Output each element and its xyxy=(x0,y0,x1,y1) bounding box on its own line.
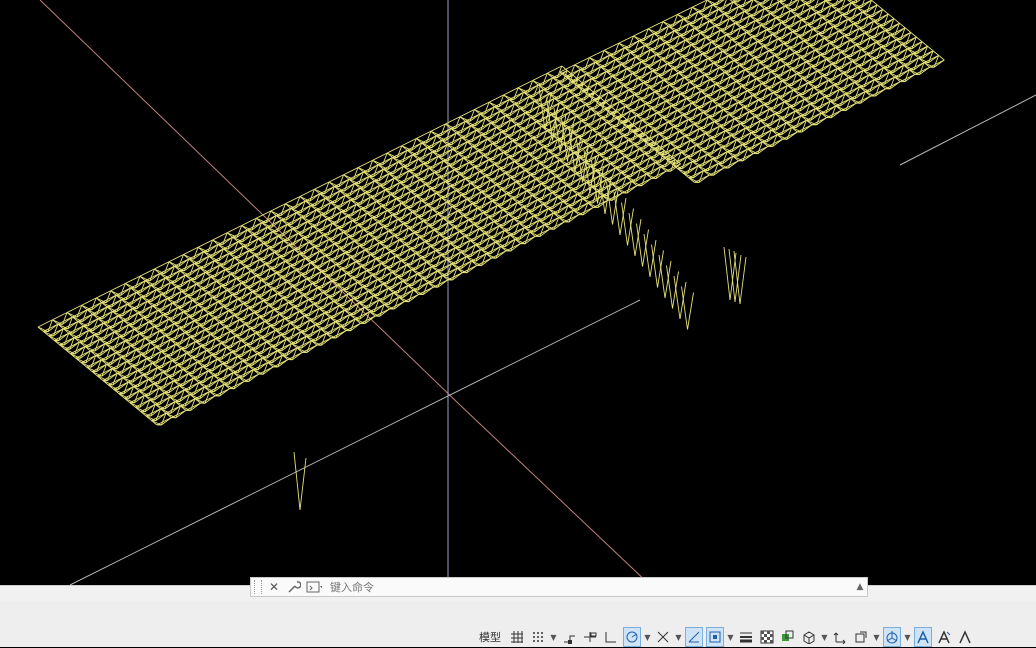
grid-icon[interactable] xyxy=(508,627,526,647)
auto-scale-icon[interactable] xyxy=(935,627,953,647)
snap-dropdown-icon[interactable]: ▼ xyxy=(550,627,557,647)
command-input[interactable] xyxy=(328,578,853,596)
status-tools: 模型 ▼ ▼ ▼ ▼ ▼ ▼ ▼ xyxy=(475,626,977,648)
command-line-grip[interactable] xyxy=(254,580,262,594)
model-space-button[interactable]: 模型 xyxy=(475,626,505,648)
polar-tracking-icon[interactable] xyxy=(623,627,641,647)
osnap-dropdown-icon[interactable]: ▼ xyxy=(727,627,734,647)
space-frame-mesh xyxy=(38,0,944,510)
dynamic-input-icon[interactable] xyxy=(581,627,599,647)
dynamic-ucs-icon[interactable] xyxy=(831,627,849,647)
isodraft-icon[interactable] xyxy=(654,627,672,647)
drawing-viewport[interactable] xyxy=(0,0,1036,585)
ortho-icon[interactable] xyxy=(602,627,620,647)
wrench-icon[interactable] xyxy=(286,579,302,595)
ground-line-right xyxy=(900,95,1036,165)
filter-dropdown-icon[interactable]: ▼ xyxy=(873,627,880,647)
object-snap-tracking-icon[interactable] xyxy=(685,627,703,647)
polar-dropdown-icon[interactable]: ▼ xyxy=(644,627,651,647)
isodraft-dropdown-icon[interactable]: ▼ xyxy=(675,627,682,647)
snap-icon[interactable] xyxy=(529,627,547,647)
prompt-history-icon[interactable] xyxy=(306,579,322,595)
space-frame-model xyxy=(0,0,1036,585)
gizmo-icon[interactable] xyxy=(883,627,901,647)
transparency-icon[interactable] xyxy=(758,627,776,647)
3d-osnap-dropdown-icon[interactable]: ▼ xyxy=(821,627,828,647)
ground-line xyxy=(70,300,640,585)
selection-filter-icon[interactable] xyxy=(852,627,870,647)
command-history-arrow-icon[interactable]: ▲ xyxy=(853,582,867,592)
lineweight-icon[interactable] xyxy=(737,627,755,647)
x-axis-line-lower xyxy=(460,405,650,585)
annotation-scale-icon[interactable] xyxy=(956,627,974,647)
selection-cycling-icon[interactable] xyxy=(779,627,797,647)
3d-object-snap-icon[interactable] xyxy=(800,627,818,647)
infer-constraints-icon[interactable] xyxy=(560,627,578,647)
object-snap-icon[interactable] xyxy=(706,627,724,647)
command-line: ✕ ▲ xyxy=(250,577,868,597)
annotation-visibility-icon[interactable] xyxy=(914,627,932,647)
gizmo-dropdown-icon[interactable]: ▼ xyxy=(904,627,911,647)
status-bar: 模型 ▼ ▼ ▼ ▼ ▼ ▼ ▼ xyxy=(0,601,1036,647)
close-icon[interactable]: ✕ xyxy=(266,579,282,595)
